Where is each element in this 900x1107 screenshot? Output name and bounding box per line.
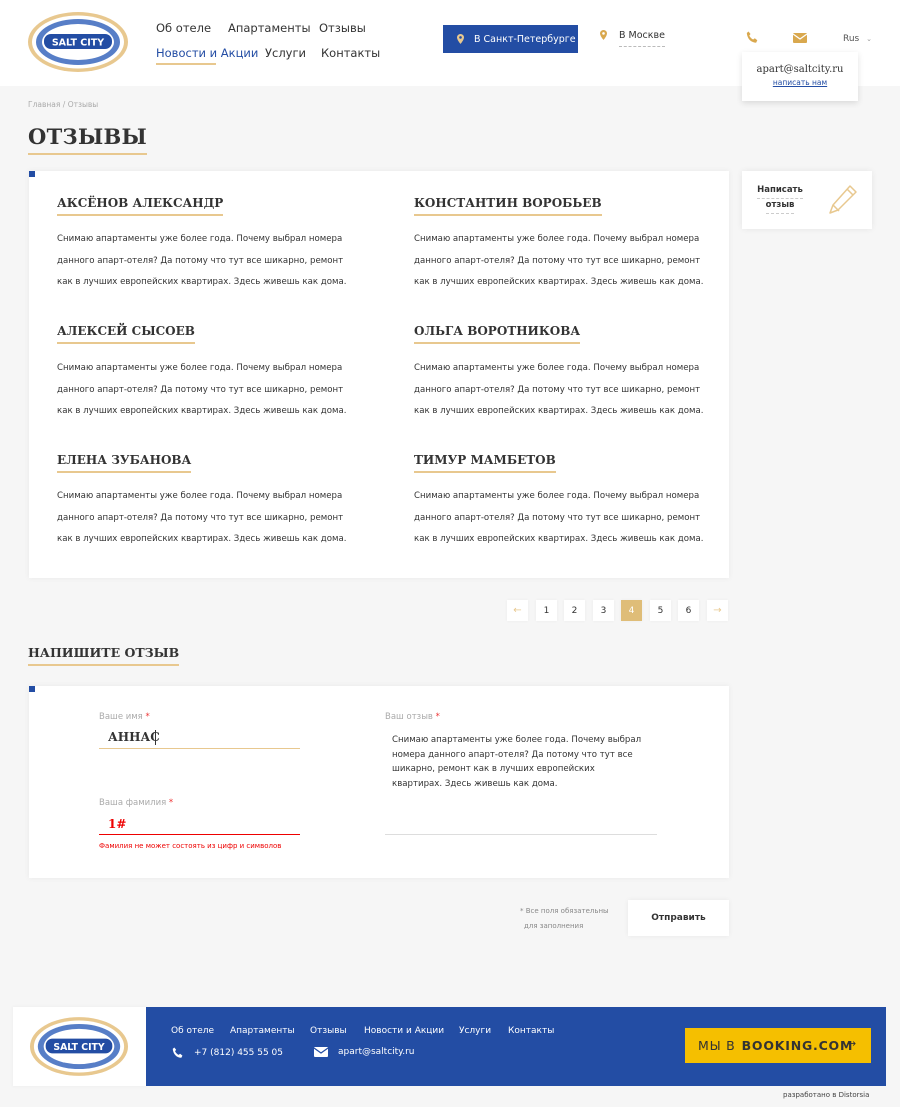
review-author: АКСЁНОВ АЛЕКСАНДР	[57, 196, 224, 216]
page-title: ОТЗЫВЫ	[28, 124, 148, 155]
mail-icon[interactable]	[793, 33, 807, 43]
nav-reviews[interactable]: Отзывы	[319, 21, 366, 35]
footer-nav-apartments[interactable]: Апартаменты	[230, 1026, 295, 1036]
footer-logo[interactable]: SALT CITY	[29, 1016, 129, 1077]
review-author: АЛЕКСЕЙ СЫСОЕВ	[57, 324, 195, 344]
booking-button[interactable]: МЫ В BOOKING.COM →	[685, 1028, 871, 1063]
review-label: Ваш отзыв *	[385, 712, 440, 722]
write-review-label: Написать отзыв	[757, 185, 803, 214]
city-spb-button[interactable]: В Санкт-Петербурге	[443, 25, 578, 53]
footer-nav-services[interactable]: Услуги	[459, 1026, 491, 1036]
developer-credit[interactable]: разработано в Distorsia	[783, 1091, 869, 1099]
review-text: Снимаю апартаменты уже более года. Почем…	[57, 491, 347, 544]
name-label: Ваше имя *	[99, 712, 150, 722]
booking-brand: BOOKING.COM	[741, 1038, 854, 1053]
name-underline	[99, 748, 300, 749]
language-value: Rus	[843, 34, 860, 44]
pagination-page-1[interactable]: 1	[536, 600, 557, 621]
card-marker	[29, 686, 35, 692]
arrow-right-icon: →	[846, 1037, 857, 1050]
required-note: * Все поля обязательны для заполнения	[520, 907, 609, 930]
review-textarea[interactable]: Снимаю апартаменты уже более года. Почем…	[392, 733, 647, 791]
footer-nav-contacts[interactable]: Контакты	[508, 1026, 554, 1036]
review-underline	[385, 834, 657, 835]
location-pin-icon	[600, 30, 607, 40]
language-select[interactable]: Rus ⌄	[843, 34, 872, 44]
city-moscow-label: В Москве	[619, 30, 665, 47]
review-text: Снимаю апартаменты уже более года. Почем…	[414, 234, 704, 287]
name-input[interactable]: АННАС	[108, 730, 160, 744]
review-text: Снимаю апартаменты уже более года. Почем…	[414, 491, 704, 544]
surname-label: Ваша фамилия *	[99, 798, 174, 808]
phone-icon	[172, 1047, 183, 1058]
location-pin-icon	[457, 34, 464, 44]
pagination-next[interactable]: →	[707, 600, 728, 621]
pagination-page-6[interactable]: 6	[678, 600, 699, 621]
footer-phone-number: +7 (812) 455 55 05	[194, 1048, 283, 1058]
logo-text: SALT CITY	[52, 38, 104, 49]
footer-phone[interactable]: +7 (812) 455 55 05	[172, 1047, 283, 1059]
footer-logo-box: SALT CITY	[13, 1007, 146, 1086]
breadcrumb[interactable]: Главная / Отзывы	[28, 100, 98, 109]
nav-apartments[interactable]: Апартаменты	[228, 21, 311, 35]
nav-contacts[interactable]: Контакты	[321, 46, 380, 60]
footer-nav-reviews[interactable]: Отзывы	[310, 1026, 347, 1036]
footer-email[interactable]: apart@saltcity.ru	[314, 1047, 415, 1057]
submit-button[interactable]: Отправить	[628, 900, 729, 936]
nav-about[interactable]: Об отеле	[156, 21, 211, 35]
pagination-page-4-current[interactable]: 4	[621, 600, 642, 621]
review-text: Снимаю апартаменты уже более года. Почем…	[414, 363, 704, 416]
footer-nav-about[interactable]: Об отеле	[171, 1026, 214, 1036]
surname-underline	[99, 834, 300, 835]
review-author: КОНСТАНТИН ВОРОБЬЕВ	[414, 196, 602, 216]
city-moscow-link[interactable]: В Москве	[600, 30, 665, 47]
pagination-page-5[interactable]: 5	[650, 600, 671, 621]
review-author: ЕЛЕНА ЗУБАНОВА	[57, 453, 192, 473]
card-marker	[29, 171, 35, 177]
review-author: ОЛЬГА ВОРОТНИКОВА	[414, 324, 581, 344]
pagination-page-2[interactable]: 2	[564, 600, 585, 621]
nav-services[interactable]: Услуги	[265, 46, 306, 60]
city-spb-label: В Санкт-Петербурге	[474, 33, 576, 45]
text-cursor	[155, 730, 156, 745]
footer-logo-text: SALT CITY	[53, 1042, 104, 1053]
popup-email[interactable]: apart@saltcity.ru	[742, 64, 858, 75]
salt-city-logo[interactable]: SALT CITY	[27, 11, 129, 73]
pagination-page-3[interactable]: 3	[593, 600, 614, 621]
form-title: НАПИШИТЕ ОТЗЫВ	[28, 645, 180, 666]
surname-error: Фамилия не может состоять из цифр и симв…	[99, 842, 282, 850]
review-text: Снимаю апартаменты уже более года. Почем…	[57, 363, 347, 416]
review-text: Снимаю апартаменты уже более года. Почем…	[57, 234, 347, 287]
mail-icon	[314, 1047, 328, 1057]
write-review-button[interactable]: Написать отзыв	[742, 171, 872, 229]
footer-nav-news[interactable]: Новости и Акции	[364, 1026, 444, 1036]
booking-prefix: МЫ В	[698, 1038, 736, 1053]
review-author: ТИМУР МАМБЕТОВ	[414, 453, 556, 473]
nav-news[interactable]: Новости и Акции	[156, 46, 258, 60]
pencil-icon	[829, 185, 857, 214]
nav-active-underline	[156, 63, 216, 65]
email-popup: apart@saltcity.ru написать нам	[742, 52, 858, 101]
chevron-down-icon: ⌄	[866, 35, 872, 43]
pagination-prev[interactable]: ←	[507, 600, 528, 621]
phone-icon[interactable]	[746, 31, 759, 44]
footer-email-address: apart@saltcity.ru	[338, 1047, 415, 1057]
popup-write-link[interactable]: написать нам	[742, 78, 858, 87]
surname-input[interactable]: 1#	[108, 817, 126, 831]
